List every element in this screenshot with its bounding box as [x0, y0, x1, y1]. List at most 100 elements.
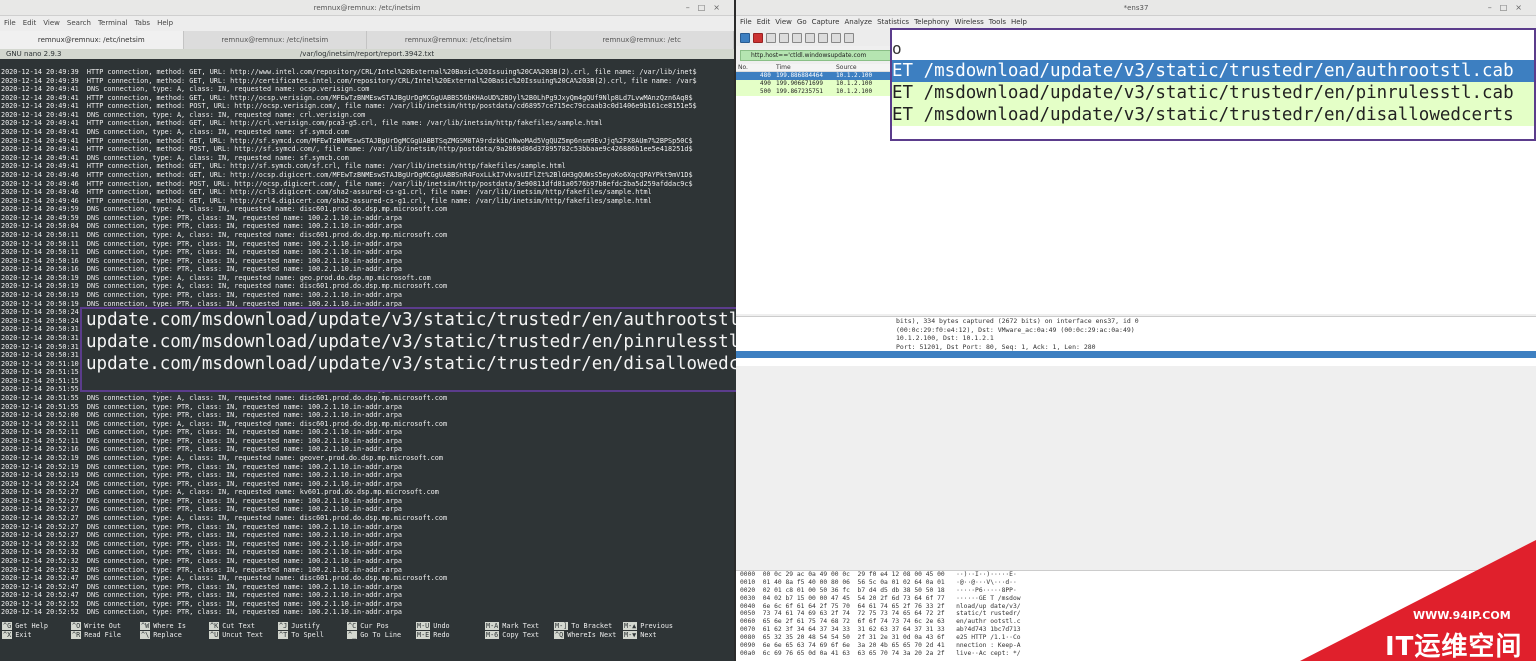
terminal-tab[interactable]: remnux@remnux: /etc/inetsim [0, 31, 184, 49]
terminal-menubar: File Edit View Search Terminal Tabs Help [0, 16, 734, 31]
menu-item[interactable]: Go [797, 18, 807, 26]
shortcut-item[interactable]: ^W Where Is [140, 622, 186, 631]
log-line: 2020-12-14 20:52:32 DNS connection, type… [1, 548, 403, 557]
log-line: 2020-12-14 20:49:41 HTTP connection, met… [1, 136, 693, 145]
menu-item[interactable]: Search [67, 19, 91, 27]
shortcut-key: ^K [209, 622, 220, 630]
column-time[interactable]: Time [776, 64, 791, 72]
log-line: 2020-12-14 20:52:32 DNS connection, type… [1, 539, 403, 548]
shortcut-item[interactable]: M-] To Bracket [554, 622, 612, 631]
shortcut-item[interactable]: M-A Mark Text [485, 622, 539, 631]
shortcut-item[interactable]: ^G Get Help [2, 622, 48, 631]
shortcut-item[interactable]: M-6 Copy Text [485, 631, 539, 640]
column-source[interactable]: Source [836, 64, 857, 72]
restart-capture-icon[interactable] [766, 32, 776, 43]
shortcut-item[interactable]: M-▼ Next [623, 631, 657, 640]
menu-item[interactable]: Tools [989, 18, 1006, 26]
log-line: 2020-12-14 20:52:52 DNS connection, type… [1, 599, 403, 608]
menu-item[interactable]: View [775, 18, 792, 26]
shortcut-key: ^O [71, 622, 82, 630]
shortcut-item[interactable]: M-U Undo [416, 622, 450, 631]
zoom-callout-packets: o ET /msdownload/update/v3/static/truste… [890, 28, 1536, 141]
log-line: 2020-12-14 20:52:27 DNS connection, type… [1, 496, 403, 505]
log-line: 2020-12-14 20:52:19 DNS connection, type… [1, 454, 443, 463]
log-line: 2020-12-14 20:49:41 HTTP connection, met… [1, 162, 566, 171]
menu-item[interactable]: File [740, 18, 752, 26]
log-line: 2020-12-14 20:52:24 DNS connection, type… [1, 479, 403, 488]
menu-item[interactable]: Tabs [135, 19, 151, 27]
detail-line[interactable]: bits), 334 bytes captured (2672 bits) on… [736, 317, 1536, 326]
detail-line[interactable]: 10.1.2.100, Dst: 10.1.2.1 [736, 334, 1536, 343]
detail-line[interactable]: Port: 51201, Dst Port: 80, Seq: 1, Ack: … [736, 343, 1536, 352]
terminal-title: remnux@remnux: /etc/inetsim [313, 4, 421, 12]
detail-line[interactable] [736, 351, 1536, 358]
menu-item[interactable]: Analyze [844, 18, 872, 26]
shortcut-item[interactable]: ^T To Spell [278, 631, 324, 640]
log-line: 2020-12-14 20:52:27 DNS connection, type… [1, 531, 403, 540]
packet-details: bits), 334 bytes captured (2672 bits) on… [736, 316, 1536, 366]
log-line: 2020-12-14 20:49:41 HTTP connection, met… [1, 145, 693, 154]
display-filter-input[interactable]: http.host=='ctldl.windowsupdate.com [740, 50, 900, 61]
packet-source: 10.1.2.100 [836, 80, 873, 87]
menu-item[interactable]: File [4, 19, 16, 27]
terminal-tab[interactable]: remnux@remnux: /etc [551, 31, 734, 49]
detail-line[interactable]: (00:0c:29:f0:e4:12), Dst: VMware_ac:0a:4… [736, 326, 1536, 335]
zoom-row: ET /msdownload/update/v3/static/trustedr… [892, 104, 1534, 126]
open-file-icon[interactable] [792, 32, 802, 43]
shortcut-item[interactable]: ^O Write Out [71, 622, 121, 631]
close-file-icon[interactable] [818, 32, 828, 43]
terminal-tab[interactable]: remnux@remnux: /etc/inetsim [184, 31, 367, 49]
log-line: 2020-12-14 20:49:41 DNS connection, type… [1, 110, 366, 119]
shortcut-key: M-U [416, 622, 431, 630]
search-icon[interactable] [844, 32, 854, 43]
window-controls[interactable]: –□× [686, 0, 728, 16]
shortcut-key: ^Q [554, 631, 565, 639]
log-line: 2020-12-14 20:52:47 DNS connection, type… [1, 582, 403, 591]
log-line: 2020-12-14 20:52:19 DNS connection, type… [1, 471, 403, 480]
options-icon[interactable] [779, 32, 789, 43]
shortcut-label: Get Help [15, 622, 48, 630]
log-line: 2020-12-14 20:49:46 HTTP connection, met… [1, 196, 652, 205]
shortcut-item[interactable]: ^X Exit [2, 631, 32, 640]
start-capture-icon[interactable] [740, 32, 750, 43]
log-line: 2020-12-14 20:49:41 HTTP connection, met… [1, 102, 697, 111]
packet-time: 199.886884464 [776, 72, 823, 79]
menu-item[interactable]: Terminal [98, 19, 128, 27]
shortcut-label: Write Out [84, 622, 122, 630]
shortcut-item[interactable]: M-▲ Previous [623, 622, 673, 631]
menu-item[interactable]: View [43, 19, 60, 27]
save-file-icon[interactable] [805, 32, 815, 43]
reload-icon[interactable] [831, 32, 841, 43]
shortcut-label: Justify [291, 622, 320, 630]
shortcut-item[interactable]: M-E Redo [416, 631, 450, 640]
menu-item[interactable]: Help [1011, 18, 1027, 26]
shortcut-item[interactable]: ^\ Replace [140, 631, 182, 640]
log-line: 2020-12-14 20:50:11 DNS connection, type… [1, 248, 403, 257]
menu-item[interactable]: Edit [23, 19, 37, 27]
stop-capture-icon[interactable] [753, 32, 763, 43]
shortcut-item[interactable]: ^U Uncut Text [209, 631, 263, 640]
terminal-tab[interactable]: remnux@remnux: /etc/inetsim [367, 31, 551, 49]
shortcut-item[interactable]: ^K Cut Text [209, 622, 255, 631]
log-line: 2020-12-14 20:49:46 HTTP connection, met… [1, 179, 693, 188]
shortcut-item[interactable]: ^_ Go To Line [347, 631, 401, 640]
menu-item[interactable]: Wireless [954, 18, 983, 26]
menu-item[interactable]: Statistics [877, 18, 909, 26]
log-line: 2020-12-14 20:52:47 DNS connection, type… [1, 591, 403, 600]
terminal-titlebar: remnux@remnux: /etc/inetsim –□× [0, 0, 734, 16]
log-line: 2020-12-14 20:49:41 HTTP connection, met… [1, 93, 693, 102]
shortcut-label: Previous [640, 622, 674, 630]
shortcut-item[interactable]: ^R Read File [71, 631, 121, 640]
shortcut-key: ^_ [347, 631, 358, 639]
menu-item[interactable]: Capture [812, 18, 840, 26]
shortcut-label: Uncut Text [222, 631, 264, 639]
menu-item[interactable]: Edit [757, 18, 771, 26]
shortcut-item[interactable]: ^Q WhereIs Next [554, 631, 616, 640]
shortcut-item[interactable]: ^C Cur Pos [347, 622, 389, 631]
menu-item[interactable]: Telephony [914, 18, 949, 26]
shortcut-item[interactable]: ^J Justify [278, 622, 320, 631]
window-controls[interactable]: –□× [1488, 0, 1530, 16]
menu-item[interactable]: Help [157, 19, 173, 27]
column-no[interactable]: No. [738, 64, 748, 72]
shortcut-key: ^G [2, 622, 13, 630]
